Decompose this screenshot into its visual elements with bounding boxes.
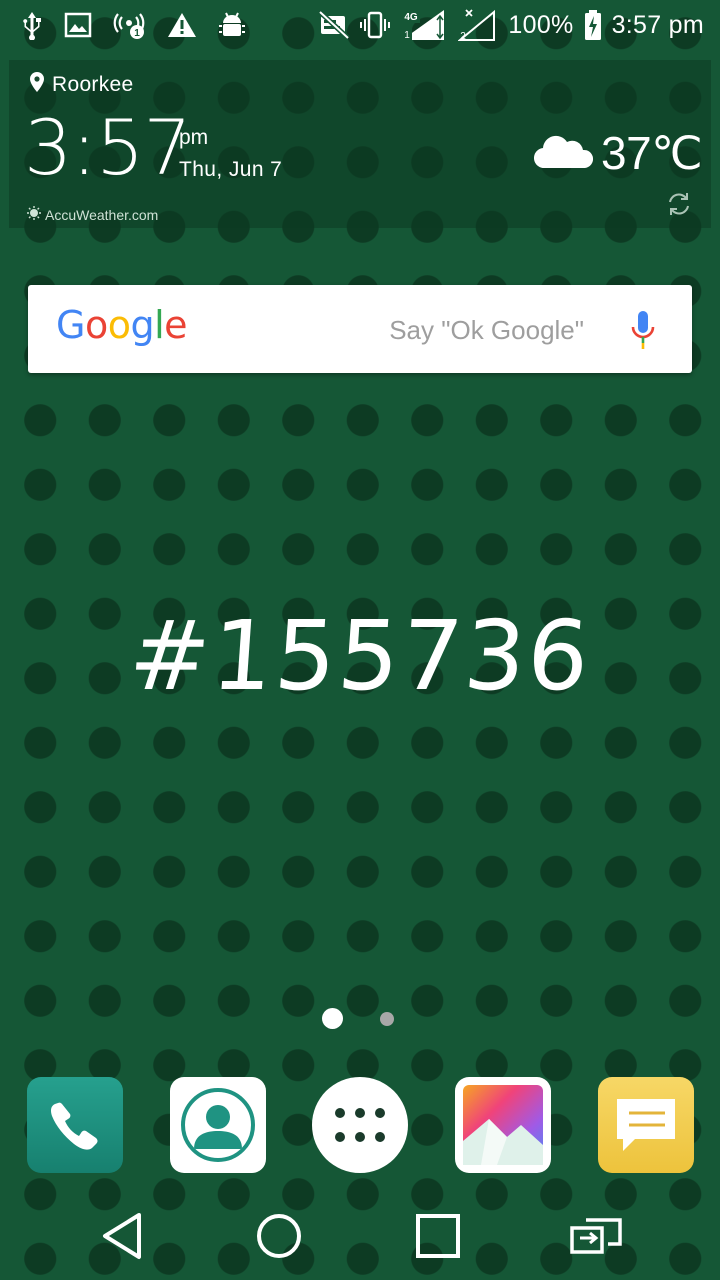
photos-app[interactable]: [455, 1077, 551, 1173]
search-hint: Say "Ok Google": [389, 315, 584, 345]
messages-app[interactable]: [598, 1077, 694, 1173]
page-dot-2[interactable]: [380, 1012, 394, 1026]
location-name: Roorkee: [52, 72, 134, 96]
status-bar: 1 4G 1 2 100% 3:57 pm: [0, 0, 720, 50]
widget-location[interactable]: Roorkee: [29, 71, 133, 98]
location-pin-icon: [29, 71, 45, 98]
accuweather-label: AccuWeather.com: [45, 206, 159, 223]
home-button[interactable]: [249, 1210, 309, 1262]
vibrate-icon: [360, 10, 391, 40]
message-bubble-icon: [617, 1099, 675, 1151]
contacts-person-icon: [181, 1088, 255, 1162]
navigation-bar: [0, 1190, 720, 1280]
photos-mountain-icon: [463, 1085, 543, 1165]
network-type: 4G: [405, 12, 419, 23]
microphone-icon[interactable]: [630, 309, 656, 356]
battery-charging-icon: [584, 9, 602, 41]
phone-app[interactable]: [27, 1077, 123, 1173]
back-button[interactable]: [92, 1210, 152, 1262]
notification-icons: 1: [20, 10, 266, 40]
cloud-icon: [533, 132, 595, 175]
recents-square-icon: [416, 1214, 460, 1258]
weather-clock-widget[interactable]: Roorkee 3:57 pm Thu, Jun 7 37℃ AccuWeath…: [9, 60, 711, 228]
usb-icon: [20, 10, 44, 40]
recent-apps-button[interactable]: [408, 1210, 468, 1262]
phone-handset-icon: [51, 1102, 98, 1150]
page-indicator[interactable]: [0, 1008, 720, 1030]
widget-clock-time[interactable]: 3:57: [24, 110, 192, 186]
refresh-icon[interactable]: [665, 190, 693, 223]
switch-sim-button[interactable]: [566, 1210, 626, 1262]
switch-arrows-icon: [570, 1218, 622, 1254]
wallpaper-hex-label: #155736: [125, 600, 595, 712]
accuweather-credit[interactable]: AccuWeather.com: [27, 206, 158, 223]
accuweather-sun-icon: [27, 206, 41, 223]
widget-date: Thu, Jun 7: [179, 158, 283, 181]
widget-temperature[interactable]: 37℃: [601, 126, 703, 180]
no-sim-card-icon: [318, 10, 351, 40]
battery-percent: 100%: [508, 10, 574, 39]
sim2-label: 2: [461, 31, 467, 42]
back-triangle-icon: [103, 1213, 141, 1259]
hotspot-badge: 1: [134, 28, 140, 39]
system-status: 4G 1 2 100% 3:57 pm: [308, 8, 704, 42]
page-dot-1-active[interactable]: [322, 1008, 343, 1029]
status-time: 3:57 pm: [611, 10, 704, 39]
app-dock: [0, 1077, 720, 1173]
android-debug-icon: [218, 10, 246, 40]
home-circle-icon: [257, 1214, 301, 1258]
sim2-no-signal-icon: 2: [458, 8, 498, 42]
hotspot-icon: 1: [112, 10, 146, 40]
image-icon: [64, 12, 92, 38]
warning-icon: [166, 11, 198, 39]
app-drawer-button[interactable]: [312, 1077, 408, 1173]
sim1-signal-icon: 4G 1: [400, 8, 448, 42]
sim1-label: 1: [405, 30, 411, 41]
google-logo: Google: [56, 303, 188, 347]
widget-ampm: pm: [179, 126, 209, 149]
contacts-app[interactable]: [170, 1077, 266, 1173]
app-grid-icon: [335, 1108, 385, 1142]
google-search-bar[interactable]: Google Say "Ok Google": [28, 285, 692, 373]
